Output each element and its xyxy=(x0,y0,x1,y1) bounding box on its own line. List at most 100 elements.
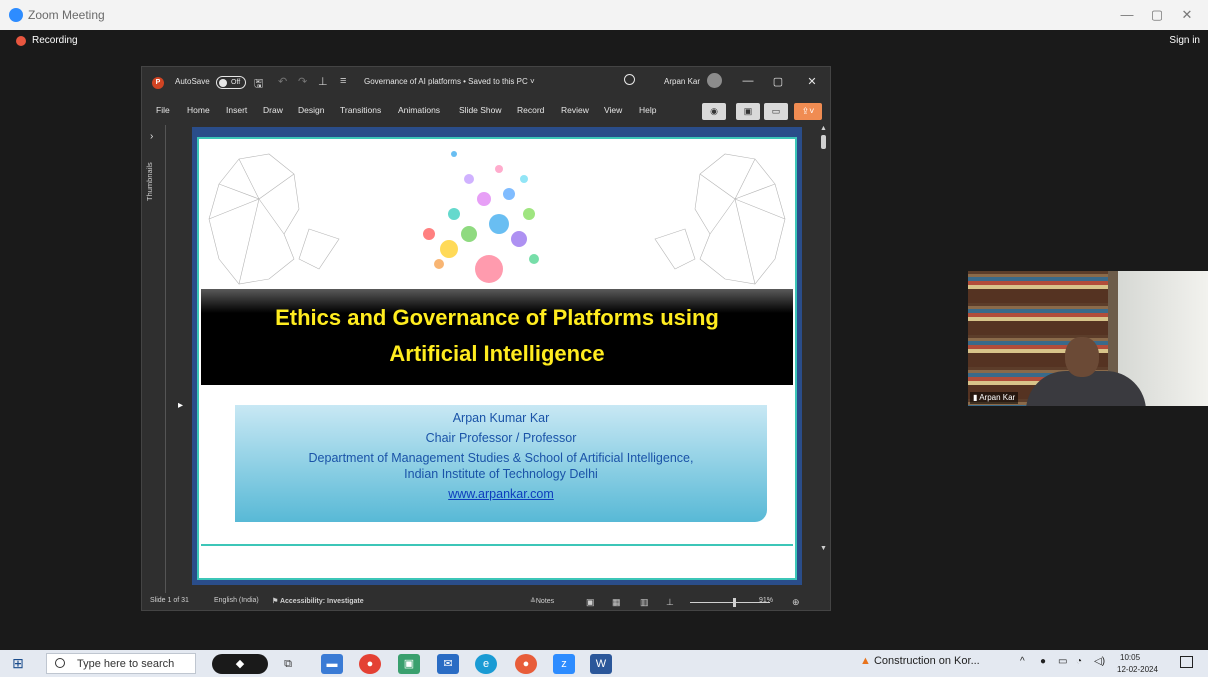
zoom-slider[interactable] xyxy=(690,602,770,603)
author-institute: Indian Institute of Technology Delhi xyxy=(404,467,598,481)
tab-design[interactable]: Design xyxy=(298,105,324,115)
share-button[interactable]: ⇪˅ xyxy=(794,103,822,120)
edge-icon[interactable]: e xyxy=(475,654,497,674)
search-placeholder: Type here to search xyxy=(77,658,175,670)
search-icon xyxy=(55,658,65,668)
close-button[interactable]: ✕ xyxy=(1172,5,1202,25)
tab-home[interactable]: Home xyxy=(187,105,210,115)
search-icon[interactable] xyxy=(624,74,635,85)
tab-transitions[interactable]: Transitions xyxy=(340,105,381,115)
ribbon-tabs: File Home Insert Draw Design Transitions… xyxy=(142,100,830,124)
toggle-knob xyxy=(219,79,227,87)
show-hidden-icons-chevron-icon[interactable]: ^ xyxy=(1020,656,1025,667)
customize-toolbar-icon[interactable]: ≡ xyxy=(340,75,346,87)
slideshow-view-icon[interactable]: ⊥ xyxy=(666,597,674,608)
ppt-close-button[interactable]: ✕ xyxy=(802,75,822,88)
wifi-icon[interactable]: ◔ xyxy=(1076,656,1082,667)
slide-counter: Slide 1 of 31 xyxy=(150,597,189,604)
scroll-down-arrow-icon[interactable]: ▼ xyxy=(820,545,827,552)
redo-icon[interactable]: ↷ xyxy=(298,75,307,88)
taskbar-search-box[interactable]: Type here to search xyxy=(46,653,196,674)
tab-insert[interactable]: Insert xyxy=(226,105,247,115)
scroll-up-arrow-icon[interactable]: ▲ xyxy=(820,125,827,132)
task-view-icon[interactable]: ⧉ xyxy=(277,654,299,674)
ppt-maximize-button[interactable]: ▢ xyxy=(768,75,788,88)
volume-icon[interactable]: ◁) xyxy=(1094,656,1105,667)
scroll-thumb[interactable] xyxy=(821,135,826,149)
zoom-taskbar-icon[interactable]: z xyxy=(553,654,575,674)
slide-sorter-icon[interactable]: ▦ xyxy=(612,597,621,608)
accessibility-icon: ⚑ xyxy=(272,598,280,605)
undo-icon[interactable]: ↶ xyxy=(278,75,287,88)
slide-title-band: Ethics and Governance of Platforms using… xyxy=(201,289,793,385)
save-icon[interactable]: 🖫 xyxy=(254,75,263,94)
tab-review[interactable]: Review xyxy=(561,105,589,115)
tab-file[interactable]: File xyxy=(156,105,170,115)
tab-animations[interactable]: Animations xyxy=(398,105,440,115)
recording-icon[interactable] xyxy=(16,36,26,46)
author-info-box: Arpan Kumar Kar Chair Professor / Profes… xyxy=(235,405,767,522)
mail-icon[interactable]: ✉ xyxy=(437,654,459,674)
tab-help[interactable]: Help xyxy=(639,105,656,115)
document-title[interactable]: Governance of AI platforms • Saved to th… xyxy=(364,77,535,86)
notes-label: Notes xyxy=(535,598,555,605)
notification-center-icon[interactable] xyxy=(1180,656,1193,668)
chrome-icon[interactable]: ● xyxy=(359,654,381,674)
present-icon[interactable]: ⊥ xyxy=(318,75,328,88)
word-icon[interactable]: W xyxy=(590,654,612,674)
battery-icon[interactable]: ▭ xyxy=(1058,656,1067,667)
record-button[interactable]: ◉ xyxy=(702,103,726,120)
tab-view[interactable]: View xyxy=(604,105,622,115)
chevron-right-icon[interactable]: › xyxy=(150,131,153,142)
microphone-icon[interactable]: ● xyxy=(1040,656,1046,667)
clock-date[interactable]: 12-02-2024 xyxy=(1117,665,1158,674)
slide-footer-bar xyxy=(201,544,793,576)
zoom-slider-handle[interactable] xyxy=(733,598,736,607)
author-website-link[interactable]: www.arpankar.com xyxy=(448,487,554,501)
tab-slide-show[interactable]: Slide Show xyxy=(459,105,502,115)
weather-notification[interactable]: ▲ Construction on Kor... xyxy=(860,655,980,667)
participant-head xyxy=(1065,337,1099,377)
windows-taskbar: ⊞ Type here to search ◆ ⧉ ▬ ● ▣ ✉ e ● z … xyxy=(0,650,1208,677)
minimize-button[interactable]: — xyxy=(1112,5,1142,25)
notes-button[interactable]: ≙Notes xyxy=(530,597,554,605)
accessibility-indicator[interactable]: ⚑ Accessibility: Investigate xyxy=(272,597,364,605)
traffic-cone-icon: ▲ xyxy=(860,655,874,667)
zoom-app-icon xyxy=(9,8,23,22)
comments-button[interactable]: ▭ xyxy=(764,103,788,120)
slide-title-line-2: Artificial Intelligence xyxy=(389,341,605,366)
restore-button[interactable]: ▢ xyxy=(1142,5,1172,25)
status-bar: Slide 1 of 31 English (India) ⚑ Accessib… xyxy=(142,593,830,611)
language-indicator[interactable]: English (India) xyxy=(214,597,259,604)
notification-text: Construction on Kor... xyxy=(873,655,980,667)
recording-label[interactable]: Recording xyxy=(32,35,78,46)
avatar[interactable] xyxy=(707,73,722,88)
autosave-label: AutoSave xyxy=(175,77,210,86)
autosave-toggle[interactable]: Off xyxy=(216,76,246,89)
tab-record[interactable]: Record xyxy=(517,105,544,115)
chrome-profile-icon[interactable]: ● xyxy=(515,654,537,674)
slide[interactable]: Ethics and Governance of Platforms using… xyxy=(197,137,797,580)
zoom-level[interactable]: 91% xyxy=(759,597,773,604)
sign-in-link[interactable]: Sign in xyxy=(1169,35,1200,46)
thumbnails-pane[interactable]: › Thumbnails xyxy=(142,125,166,593)
vertical-scrollbar[interactable]: ▲ ▼ xyxy=(819,125,829,583)
reading-view-icon[interactable]: ▥ xyxy=(640,597,649,608)
thumbnails-label: Thumbnails xyxy=(145,162,154,201)
participant-video-tile[interactable]: ▮ Arpan Kar xyxy=(968,271,1208,406)
clock-time[interactable]: 10:05 xyxy=(1120,653,1140,662)
tab-draw[interactable]: Draw xyxy=(263,105,283,115)
store-icon[interactable]: ▣ xyxy=(398,654,420,674)
windows-start-icon[interactable]: ⊞ xyxy=(8,653,28,673)
copilot-icon[interactable]: ◆ xyxy=(212,654,268,674)
ppt-minimize-button[interactable]: — xyxy=(738,75,758,87)
powerpoint-icon: P xyxy=(152,77,164,89)
normal-view-icon[interactable]: ▣ xyxy=(586,597,595,608)
zoom-title-bar: Zoom Meeting — ▢ ✕ xyxy=(0,0,1208,30)
account-name[interactable]: Arpan Kar xyxy=(664,77,700,86)
file-explorer-icon[interactable]: ▬ xyxy=(321,654,343,674)
ai-faces-image xyxy=(208,151,786,285)
mouse-cursor-icon: ▸ xyxy=(178,400,184,411)
camera-button[interactable]: ▣ xyxy=(736,103,760,120)
fit-to-window-icon[interactable]: ⊕ xyxy=(792,597,800,608)
